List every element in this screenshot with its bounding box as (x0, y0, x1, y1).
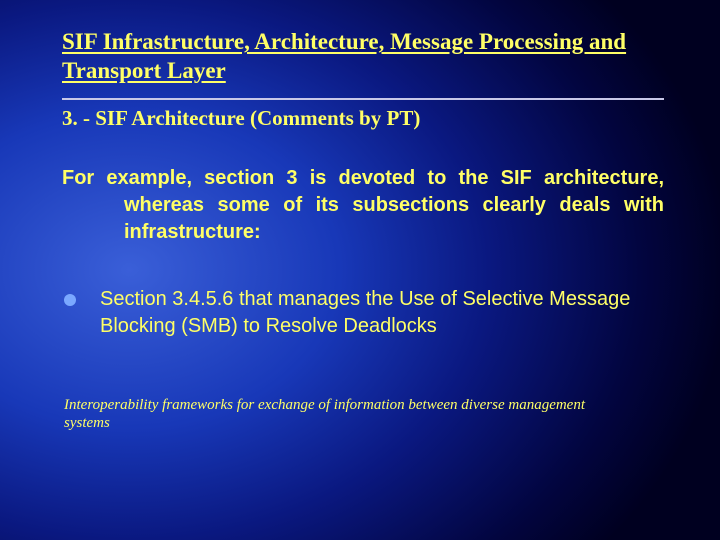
title-divider (62, 98, 664, 100)
footer-text: Interoperability frameworks for exchange… (62, 396, 622, 434)
slide: SIF Infrastructure, Architecture, Messag… (0, 0, 720, 433)
bullet-icon (64, 294, 76, 306)
bullet-item: Section 3.4.5.6 that manages the Use of … (62, 286, 664, 340)
slide-subtitle: 3. - SIF Architecture (Comments by PT) (62, 106, 664, 131)
slide-title: SIF Infrastructure, Architecture, Messag… (62, 28, 664, 86)
bullet-text: Section 3.4.5.6 that manages the Use of … (100, 286, 664, 340)
body-paragraph: For example, section 3 is devoted to the… (62, 165, 664, 246)
